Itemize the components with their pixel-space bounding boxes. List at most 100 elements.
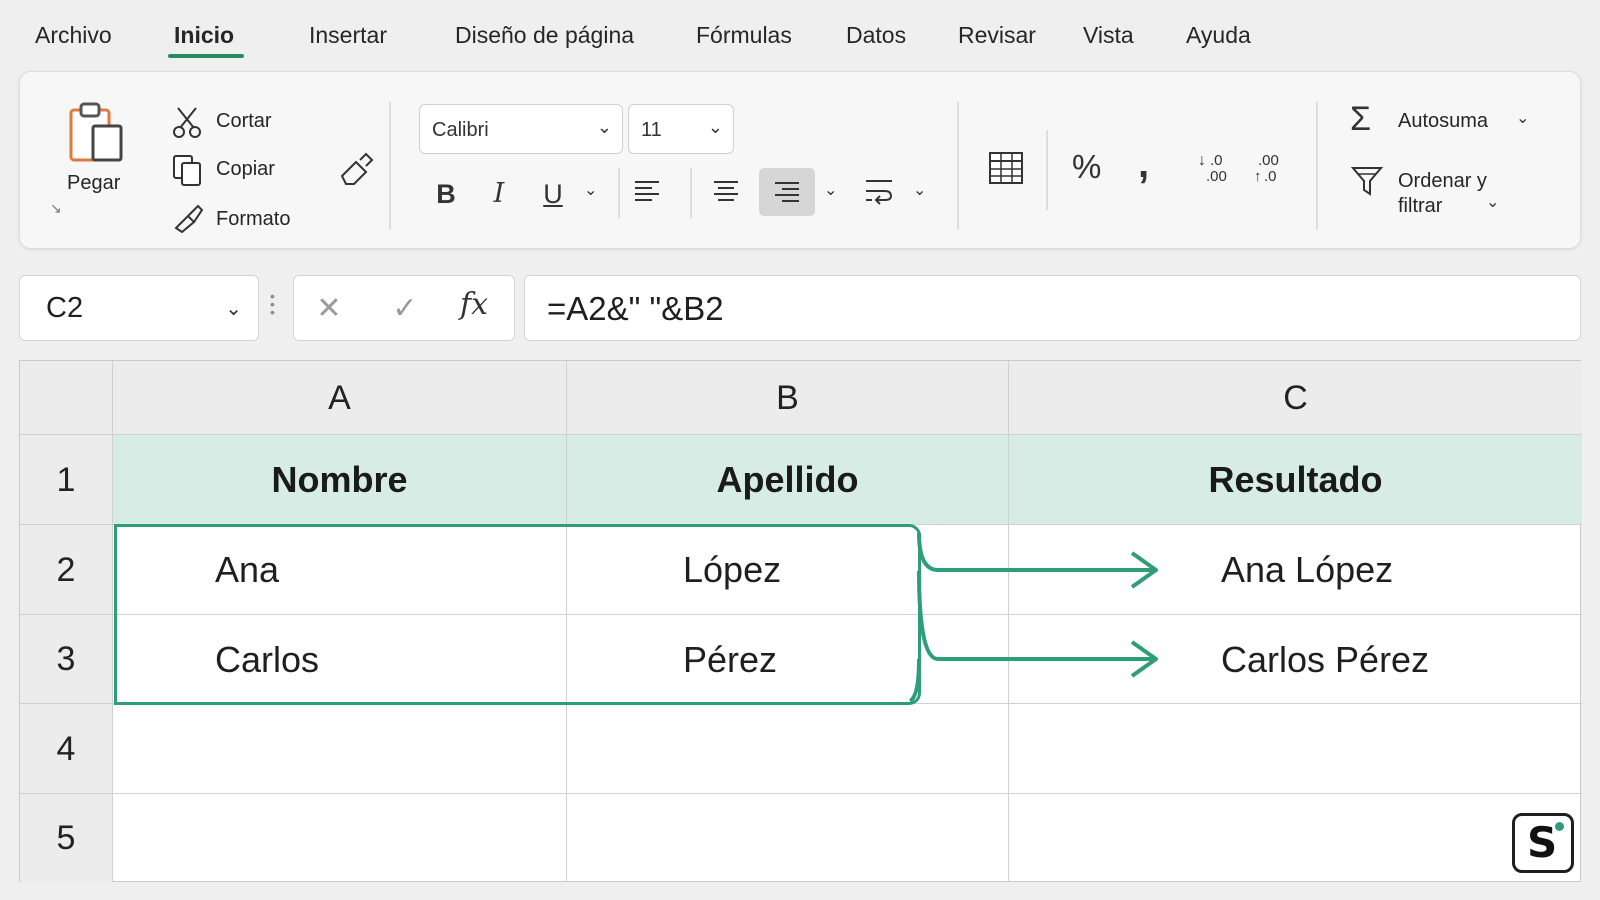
copy-label: Copiar [216,158,275,180]
cell-a5[interactable] [113,794,567,882]
underline-options-chevron-icon[interactable]: ⌄ [584,180,597,200]
font-size-value: 11 [641,119,662,141]
arrow-down-icon: ↓ [1198,152,1206,169]
cell-a1[interactable]: Nombre [113,435,567,525]
menu-bar: Archivo Inicio Insertar Diseño de página… [0,0,1600,70]
cell-c3[interactable]: Carlos Pérez [1009,615,1582,704]
decrease-decimal-sub-icon: .0 [1264,168,1277,185]
cell-b4[interactable] [567,704,1009,794]
format-painter-button[interactable]: Formato [172,202,312,234]
tab-diseno-de-pagina[interactable]: Diseño de página [455,22,634,49]
paste-icon [69,102,123,162]
sort-label-line2: filtrar [1398,195,1443,217]
column-header-b[interactable]: B [567,361,1009,435]
tab-ayuda[interactable]: Ayuda [1186,22,1251,49]
cell-a4[interactable] [113,704,567,794]
cell-b1[interactable]: Apellido [567,435,1009,525]
select-all-corner[interactable] [20,361,113,435]
tab-revisar[interactable]: Revisar [958,22,1036,49]
percent-button[interactable]: % [1072,148,1101,186]
align-center-button[interactable] [711,176,741,211]
font-name-dropdown[interactable]: Calibri ⌄ [419,104,623,154]
formula-bar-resize-handle[interactable]: • • • [270,289,276,322]
align-center-icon [714,181,738,201]
sort-filter-button[interactable]: Ordenar y filtrar ⌄ [1350,164,1550,228]
format-label: Formato [216,208,291,230]
tab-inicio[interactable]: Inicio [174,22,234,49]
logo-letter: S [1527,818,1558,867]
cell-a3[interactable]: Carlos [113,615,567,704]
cell-c2[interactable]: Ana López [1009,525,1582,615]
row-header-2[interactable]: 2 [20,525,113,615]
comma-style-button[interactable]: , [1138,142,1149,187]
active-tab-indicator [168,54,244,58]
cell-c1[interactable]: Resultado [1009,435,1582,525]
column-header-a[interactable]: A [113,361,567,435]
insert-function-button[interactable]: fx [460,287,488,322]
table-format-button[interactable] [988,150,1024,191]
wrap-text-button[interactable] [863,176,895,211]
italic-button[interactable]: I [479,174,519,214]
align-left-icon [635,181,659,201]
table-grid-icon [989,152,1023,184]
paste-label: Pegar [67,172,121,194]
align-left-button[interactable] [632,176,662,211]
tab-formulas[interactable]: Fórmulas [696,22,792,49]
increase-decimal-sub-icon: .00 [1206,168,1227,185]
ribbon-separator [389,102,391,230]
cancel-icon[interactable]: ✕ [304,286,354,332]
cut-button[interactable]: Cortar [172,106,312,138]
tab-insertar[interactable]: Insertar [309,22,387,49]
tab-datos[interactable]: Datos [846,22,906,49]
chevron-down-icon: ⌄ [596,117,612,137]
confirm-check-icon[interactable]: ✓ [380,286,430,332]
cell-a2[interactable]: Ana [113,525,567,615]
eraser-icon [340,152,374,185]
copy-button[interactable]: Copiar [172,154,312,186]
name-box-value: C2 [46,292,84,324]
name-box[interactable]: C2 ⌄ [19,275,259,341]
ribbon-separator [1316,102,1318,230]
paintbrush-icon [174,204,204,234]
row-header-3[interactable]: 3 [20,615,113,704]
cell-c4[interactable] [1009,704,1582,794]
autosum-button[interactable]: Σ Autosuma ⌄ [1350,100,1550,144]
formula-input[interactable]: =A2&" "&B2 [524,275,1581,341]
copy-icon [173,155,201,186]
bold-button[interactable]: B [426,174,466,214]
alignment-options-chevron-icon[interactable]: ⌄ [824,180,837,200]
sigma-icon: Σ [1350,100,1372,138]
cell-b5[interactable] [567,794,1009,882]
align-right-icon [775,182,799,202]
cell-b3[interactable]: Pérez [567,615,1009,704]
sort-label-line1: Ordenar y [1398,170,1487,192]
increase-decimal-button[interactable]: ↓ .0 .00 [1198,152,1234,188]
arrow-up-icon: ↑ [1254,168,1262,185]
formula-value: =A2&" "&B2 [547,290,724,327]
brand-logo: S [1512,813,1574,873]
wrap-options-chevron-icon[interactable]: ⌄ [913,180,926,200]
ribbon-separator [957,102,959,230]
row-header-1[interactable]: 1 [20,435,113,525]
font-name-value: Calibri [432,119,489,141]
decrease-decimal-button[interactable]: .00 ↑ .0 [1254,152,1294,188]
paste-button[interactable]: Pegar [65,100,135,210]
cell-c5[interactable] [1009,794,1582,882]
row-header-5[interactable]: 5 [20,794,113,882]
wrap-text-icon [866,180,893,205]
ribbon-separator [618,168,620,218]
column-header-c[interactable]: C [1009,361,1582,435]
autosum-label: Autosuma [1398,110,1489,132]
tab-vista[interactable]: Vista [1083,22,1134,49]
row-header-4[interactable]: 4 [20,704,113,794]
align-right-button[interactable] [759,168,815,216]
ribbon: Pegar ↘ Cortar Copiar Formato Calibri ⌄ … [19,71,1581,249]
eraser-button[interactable] [338,152,374,193]
clipboard-launcher-icon[interactable]: ↘ [50,200,62,217]
chevron-down-icon: ⌄ [1516,110,1530,127]
cell-b2[interactable]: López [567,525,1009,615]
tab-archivo[interactable]: Archivo [35,22,112,49]
filter-icon [1350,167,1384,196]
font-size-dropdown[interactable]: 11 ⌄ [628,104,734,154]
underline-button[interactable]: U [533,174,573,214]
